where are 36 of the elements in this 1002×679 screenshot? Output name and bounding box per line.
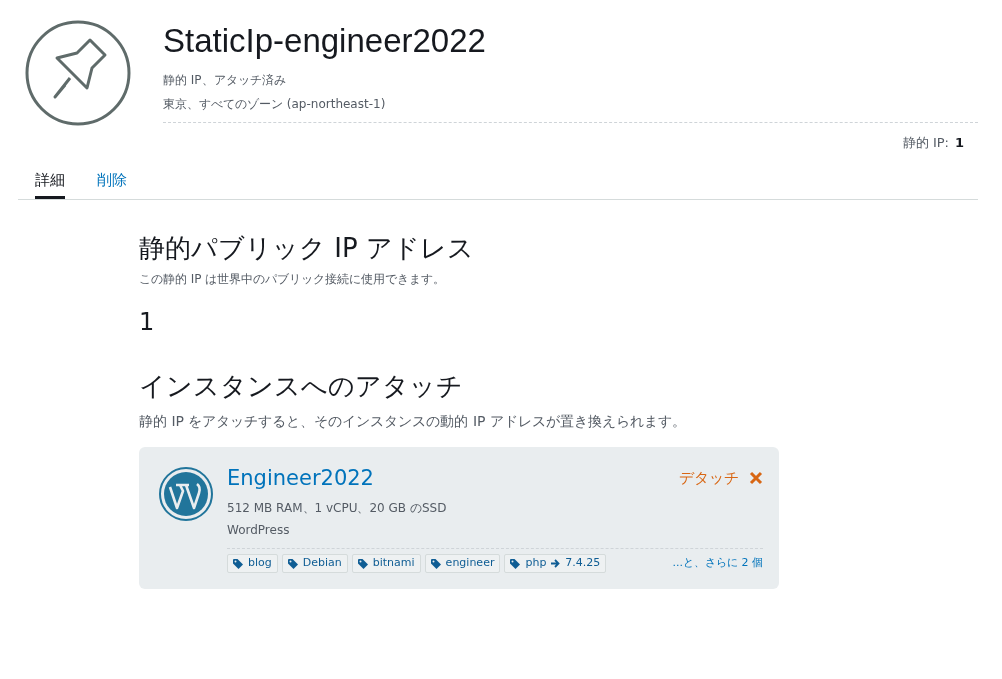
section-heading: インスタンスへのアタッチ <box>139 370 464 403</box>
tag-key: Debian <box>302 555 342 572</box>
static-ip-count-label: 静的 IP: <box>902 134 949 152</box>
section-description: 静的 IP をアタッチすると、そのインスタンスの動的 IP アドレスが置き換えられます。 <box>139 412 687 431</box>
static-ip-count: 1 <box>954 134 964 152</box>
tag-chip[interactable]: php 7.4.25 <box>504 554 607 573</box>
tag-chip[interactable]: Debian <box>281 554 348 573</box>
status-text: 静的 IP、アタッチ済み <box>163 72 287 89</box>
wordpress-logo-icon <box>159 467 213 521</box>
tag-icon <box>430 558 441 569</box>
tag-icon <box>287 558 298 569</box>
tag-key: engineer <box>445 555 495 572</box>
tab[interactable]: 削除 <box>97 168 127 199</box>
tag-value: 7.4.25 <box>565 555 601 572</box>
tag-chip[interactable]: engineer <box>424 554 501 573</box>
section-heading: 静的パブリック IP アドレス <box>139 232 475 265</box>
page-title: StaticIp-engineer2022 <box>163 21 487 61</box>
tag-key: bitnami <box>372 555 415 572</box>
pushpin-icon <box>25 20 131 126</box>
tag-chip[interactable]: blog <box>227 554 278 573</box>
tag-key: php <box>525 555 547 572</box>
section-description: この静的 IP は世界中のパブリック接続に使用できます。 <box>139 271 447 288</box>
instance-name-link[interactable]: Engineer2022 <box>227 465 374 491</box>
tag-icon <box>357 558 368 569</box>
tag-key: blog <box>248 555 272 572</box>
instance-blueprint: WordPress <box>227 522 291 539</box>
instance-specs: 512 MB RAM、1 vCPU、20 GB のSSD <box>227 500 448 517</box>
more-tags-link[interactable]: ...と、さらに 2 個 <box>672 555 763 572</box>
ip-address: 1 <box>139 307 156 338</box>
close-icon <box>749 471 763 486</box>
tab[interactable]: 詳細 <box>35 168 65 199</box>
location-text: 東京、すべてのゾーン (ap-northeast-1) <box>163 96 387 113</box>
tag-icon <box>510 558 521 569</box>
arrow-icon <box>551 559 561 568</box>
tag-icon <box>233 558 243 569</box>
tag-chip[interactable]: bitnami <box>351 554 421 573</box>
